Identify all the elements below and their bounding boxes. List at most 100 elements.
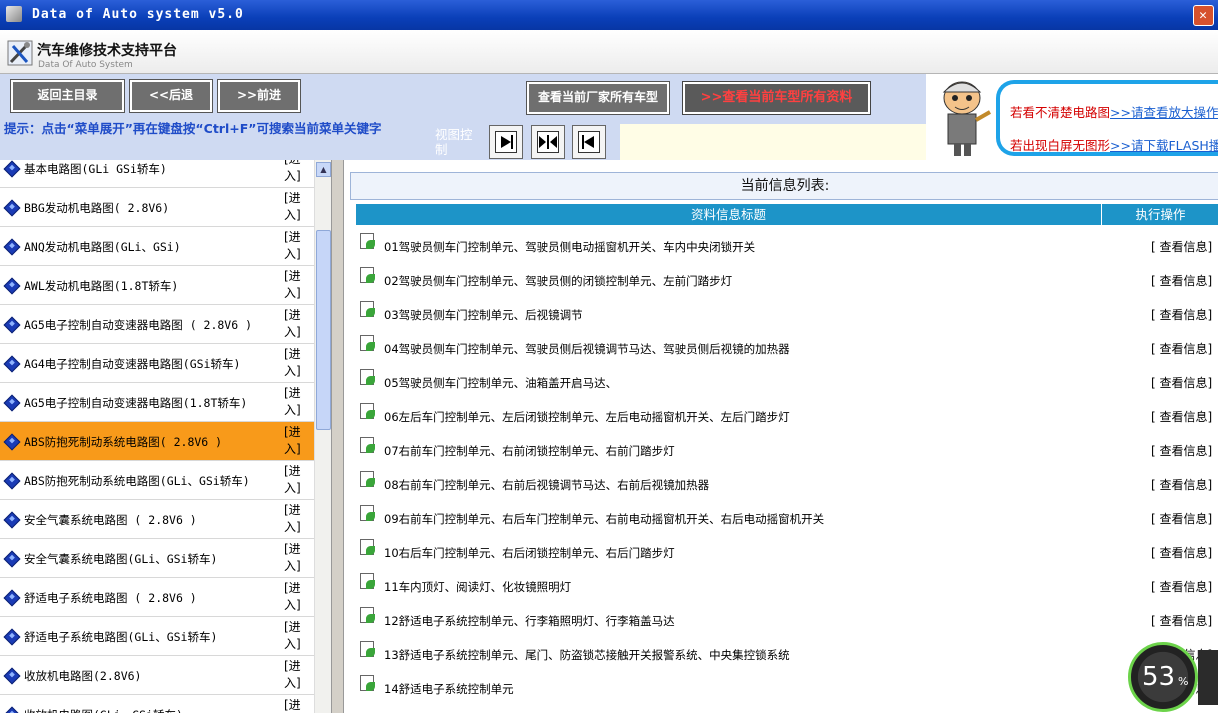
- menu-item[interactable]: ABS防抱死制动系统电路图( 2.8V6 ) [进入]: [0, 422, 314, 461]
- enter-link[interactable]: [进入]: [284, 307, 306, 341]
- enter-link[interactable]: [进入]: [284, 502, 306, 536]
- menu-item[interactable]: ANQ发动机电路图(GLi、GSi) [进入]: [0, 227, 314, 266]
- row-title[interactable]: 01驾驶员侧车门控制单元、驾驶员侧电动摇窗机开关、车内中央闭锁开关: [384, 239, 755, 255]
- menu-item[interactable]: AG5电子控制自动变速器电路图 ( 2.8V6 ) [进入]: [0, 305, 314, 344]
- view-info-link[interactable]: [ 查看信息]: [1151, 306, 1212, 323]
- view-info-link[interactable]: [ 查看信息]: [1151, 578, 1212, 595]
- menu-item[interactable]: AG4电子控制自动变速器电路图(GSi轿车) [进入]: [0, 344, 314, 383]
- document-icon: [360, 471, 375, 487]
- enter-link[interactable]: [进入]: [284, 463, 306, 497]
- app-header: 汽车维修技术支持平台 Data Of Auto System: [0, 30, 1218, 74]
- column-header-title: 资料信息标题: [356, 204, 1101, 225]
- view-info-link[interactable]: [ 查看信息]: [1151, 612, 1212, 629]
- menu-item-label: BBG发动机电路图( 2.8V6): [24, 201, 170, 215]
- scroll-thumb[interactable]: [316, 230, 331, 430]
- enter-link[interactable]: [进入]: [284, 346, 306, 380]
- view-info-link[interactable]: [ 查看信息]: [1151, 340, 1212, 357]
- all-data-button[interactable]: >>查看当前车型所有资料: [682, 81, 871, 115]
- menu-item[interactable]: BBG发动机电路图( 2.8V6) [进入]: [0, 188, 314, 227]
- document-icon: [360, 573, 375, 589]
- enter-link[interactable]: [进入]: [284, 160, 306, 185]
- document-icon: [360, 301, 375, 317]
- view-split-button[interactable]: [531, 125, 565, 159]
- view-info-link[interactable]: [ 查看信息]: [1151, 238, 1212, 255]
- zoom-help-link[interactable]: >>请查看放大操作: [1110, 105, 1218, 120]
- view-info-link[interactable]: [ 查看信息]: [1151, 272, 1212, 289]
- enter-link[interactable]: [进入]: [284, 619, 306, 653]
- document-icon: [360, 675, 375, 691]
- document-icon: [360, 539, 375, 555]
- all-models-button[interactable]: 查看当前厂家所有车型: [526, 81, 670, 115]
- view-info-link[interactable]: [ 查看信息]: [1151, 510, 1212, 527]
- enter-link[interactable]: [进入]: [284, 697, 306, 713]
- view-info-link[interactable]: [ 查看信息]: [1151, 374, 1212, 391]
- view-info-link[interactable]: [ 查看信息]: [1151, 476, 1212, 493]
- help-line-flash: 若出现白屏无图形>>请下载FLASH播: [1010, 135, 1218, 154]
- view-expand-right-button[interactable]: [489, 125, 523, 159]
- row-title[interactable]: 02驾驶员侧车门控制单元、驾驶员侧的闭锁控制单元、左前门踏步灯: [384, 273, 732, 289]
- table-row: 08右前车门控制单元、右前后视镜调节马达、右前后视镜加热器 [ 查看信息]: [356, 466, 1218, 500]
- row-title[interactable]: 07右前车门控制单元、右前闭锁控制单元、右前门踏步灯: [384, 443, 675, 459]
- row-title[interactable]: 09右前车门控制单元、右后车门控制单元、右前电动摇窗机开关、右后电动摇窗机开关: [384, 511, 824, 527]
- menu-item[interactable]: AWL发动机电路图(1.8T轿车) [进入]: [0, 266, 314, 305]
- enter-link[interactable]: [进入]: [284, 268, 306, 302]
- table-row: 14舒适电子系统控制单元[ 查看信息]: [356, 670, 1218, 704]
- view-expand-left-button[interactable]: [572, 125, 606, 159]
- table-row: 10右后车门控制单元、右后闭锁控制单元、右后门踏步灯 [ 查看信息]: [356, 534, 1218, 568]
- row-title[interactable]: 03驾驶员侧车门控制单元、后视镜调节: [384, 307, 583, 323]
- help-panel: 若看不清楚电路图>>请查看放大操作 若出现白屏无图形>>请下载FLASH播: [926, 74, 1218, 160]
- usage-gauge[interactable]: 53 %: [1128, 642, 1198, 712]
- enter-link[interactable]: [进入]: [284, 385, 306, 419]
- enter-link[interactable]: [进入]: [284, 190, 306, 224]
- row-title[interactable]: 08右前车门控制单元、右前后视镜调节马达、右前后视镜加热器: [384, 477, 709, 493]
- row-title[interactable]: 11车内顶灯、阅读灯、化妆镜照明灯: [384, 579, 571, 595]
- close-button[interactable]: ✕: [1193, 5, 1214, 26]
- row-title[interactable]: 10右后车门控制单元、右后闭锁控制单元、右后门踏步灯: [384, 545, 675, 561]
- menu-scrollbar[interactable]: ▲: [314, 160, 331, 713]
- row-title[interactable]: 14舒适电子系统控制单元: [384, 681, 514, 697]
- menu-item-label: 安全气囊系统电路图(GLi、GSi轿车): [24, 552, 218, 566]
- menu-item-label: ABS防抱死制动系统电路图(GLi、GSi轿车): [24, 474, 250, 488]
- back-button[interactable]: <<后退: [129, 79, 213, 113]
- menu-item-label: ABS防抱死制动系统电路图( 2.8V6 ): [24, 435, 223, 449]
- row-title[interactable]: 05驾驶员侧车门控制单元、油箱盖开启马达、: [384, 375, 617, 391]
- wrench-screwdriver-icon: [7, 40, 33, 66]
- diamond-bullet-icon: [3, 589, 21, 607]
- view-info-link[interactable]: [ 查看信息]: [1151, 408, 1212, 425]
- enter-link[interactable]: [进入]: [284, 580, 306, 614]
- view-info-link[interactable]: [ 查看信息]: [1151, 442, 1212, 459]
- menu-item[interactable]: 基本电路图(GLi GSi轿车) [进入]: [0, 160, 314, 188]
- toolbar: 返回主目录 <<后退 >>前进 查看当前厂家所有车型 >>查看当前车型所有资料 …: [0, 74, 926, 160]
- menu-panel: 基本电路图(GLi GSi轿车) [进入] BBG发动机电路图( 2.8V6) [进入…: [0, 160, 332, 713]
- enter-link[interactable]: [进入]: [284, 424, 306, 458]
- enter-link[interactable]: [进入]: [284, 541, 306, 575]
- menu-item[interactable]: ABS防抱死制动系统电路图(GLi、GSi轿车) [进入]: [0, 461, 314, 500]
- menu-item[interactable]: 收放机电路图(GLi、GSi轿车) [进入]: [0, 695, 314, 713]
- title-bar: Data of Auto system v5.0 ✕: [0, 0, 1218, 30]
- row-title[interactable]: 13舒适电子系统控制单元、尾门、防盗锁芯接触开关报警系统、中央集控锁系统: [384, 647, 790, 663]
- menu-item[interactable]: 舒适电子系统电路图(GLi、GSi轿车) [进入]: [0, 617, 314, 656]
- menu-item[interactable]: 安全气囊系统电路图 ( 2.8V6 ) [进入]: [0, 500, 314, 539]
- row-title[interactable]: 04驾驶员侧车门控制单元、驾驶员侧后视镜调节马达、驾驶员侧后视镜的加热器: [384, 341, 790, 357]
- menu-item[interactable]: 舒适电子系统电路图 ( 2.8V6 ) [进入]: [0, 578, 314, 617]
- document-icon: [360, 267, 375, 283]
- diamond-bullet-icon: [3, 628, 21, 646]
- menu-item[interactable]: AG5电子控制自动变速器电路图(1.8T轿车) [进入]: [0, 383, 314, 422]
- flash-download-link[interactable]: >>请下载FLASH播: [1110, 138, 1218, 153]
- row-title[interactable]: 06左后车门控制单元、左后闭锁控制单元、左后电动摇窗机开关、左后门踏步灯: [384, 409, 790, 425]
- menu-item[interactable]: 收放机电路图(2.8V6) [进入]: [0, 656, 314, 695]
- enter-link[interactable]: [进入]: [284, 658, 306, 692]
- diamond-bullet-icon: [3, 394, 21, 412]
- app-title: 汽车维修技术支持平台: [37, 43, 177, 59]
- diamond-bullet-icon: [3, 550, 21, 568]
- enter-link[interactable]: [进入]: [284, 229, 306, 263]
- home-button[interactable]: 返回主目录: [10, 79, 125, 113]
- menu-item[interactable]: 安全气囊系统电路图(GLi、GSi轿车) [进入]: [0, 539, 314, 578]
- row-title[interactable]: 12舒适电子系统控制单元、行李箱照明灯、行李箱盖马达: [384, 613, 675, 629]
- scroll-up-icon[interactable]: ▲: [316, 162, 331, 177]
- table-row: 09右前车门控制单元、右后车门控制单元、右前电动摇窗机开关、右后电动摇窗机开关 […: [356, 500, 1218, 534]
- table-row: 05驾驶员侧车门控制单元、油箱盖开启马达、 [ 查看信息]: [356, 364, 1218, 398]
- diamond-bullet-icon: [3, 433, 21, 451]
- forward-button[interactable]: >>前进: [217, 79, 301, 113]
- view-info-link[interactable]: [ 查看信息]: [1151, 544, 1212, 561]
